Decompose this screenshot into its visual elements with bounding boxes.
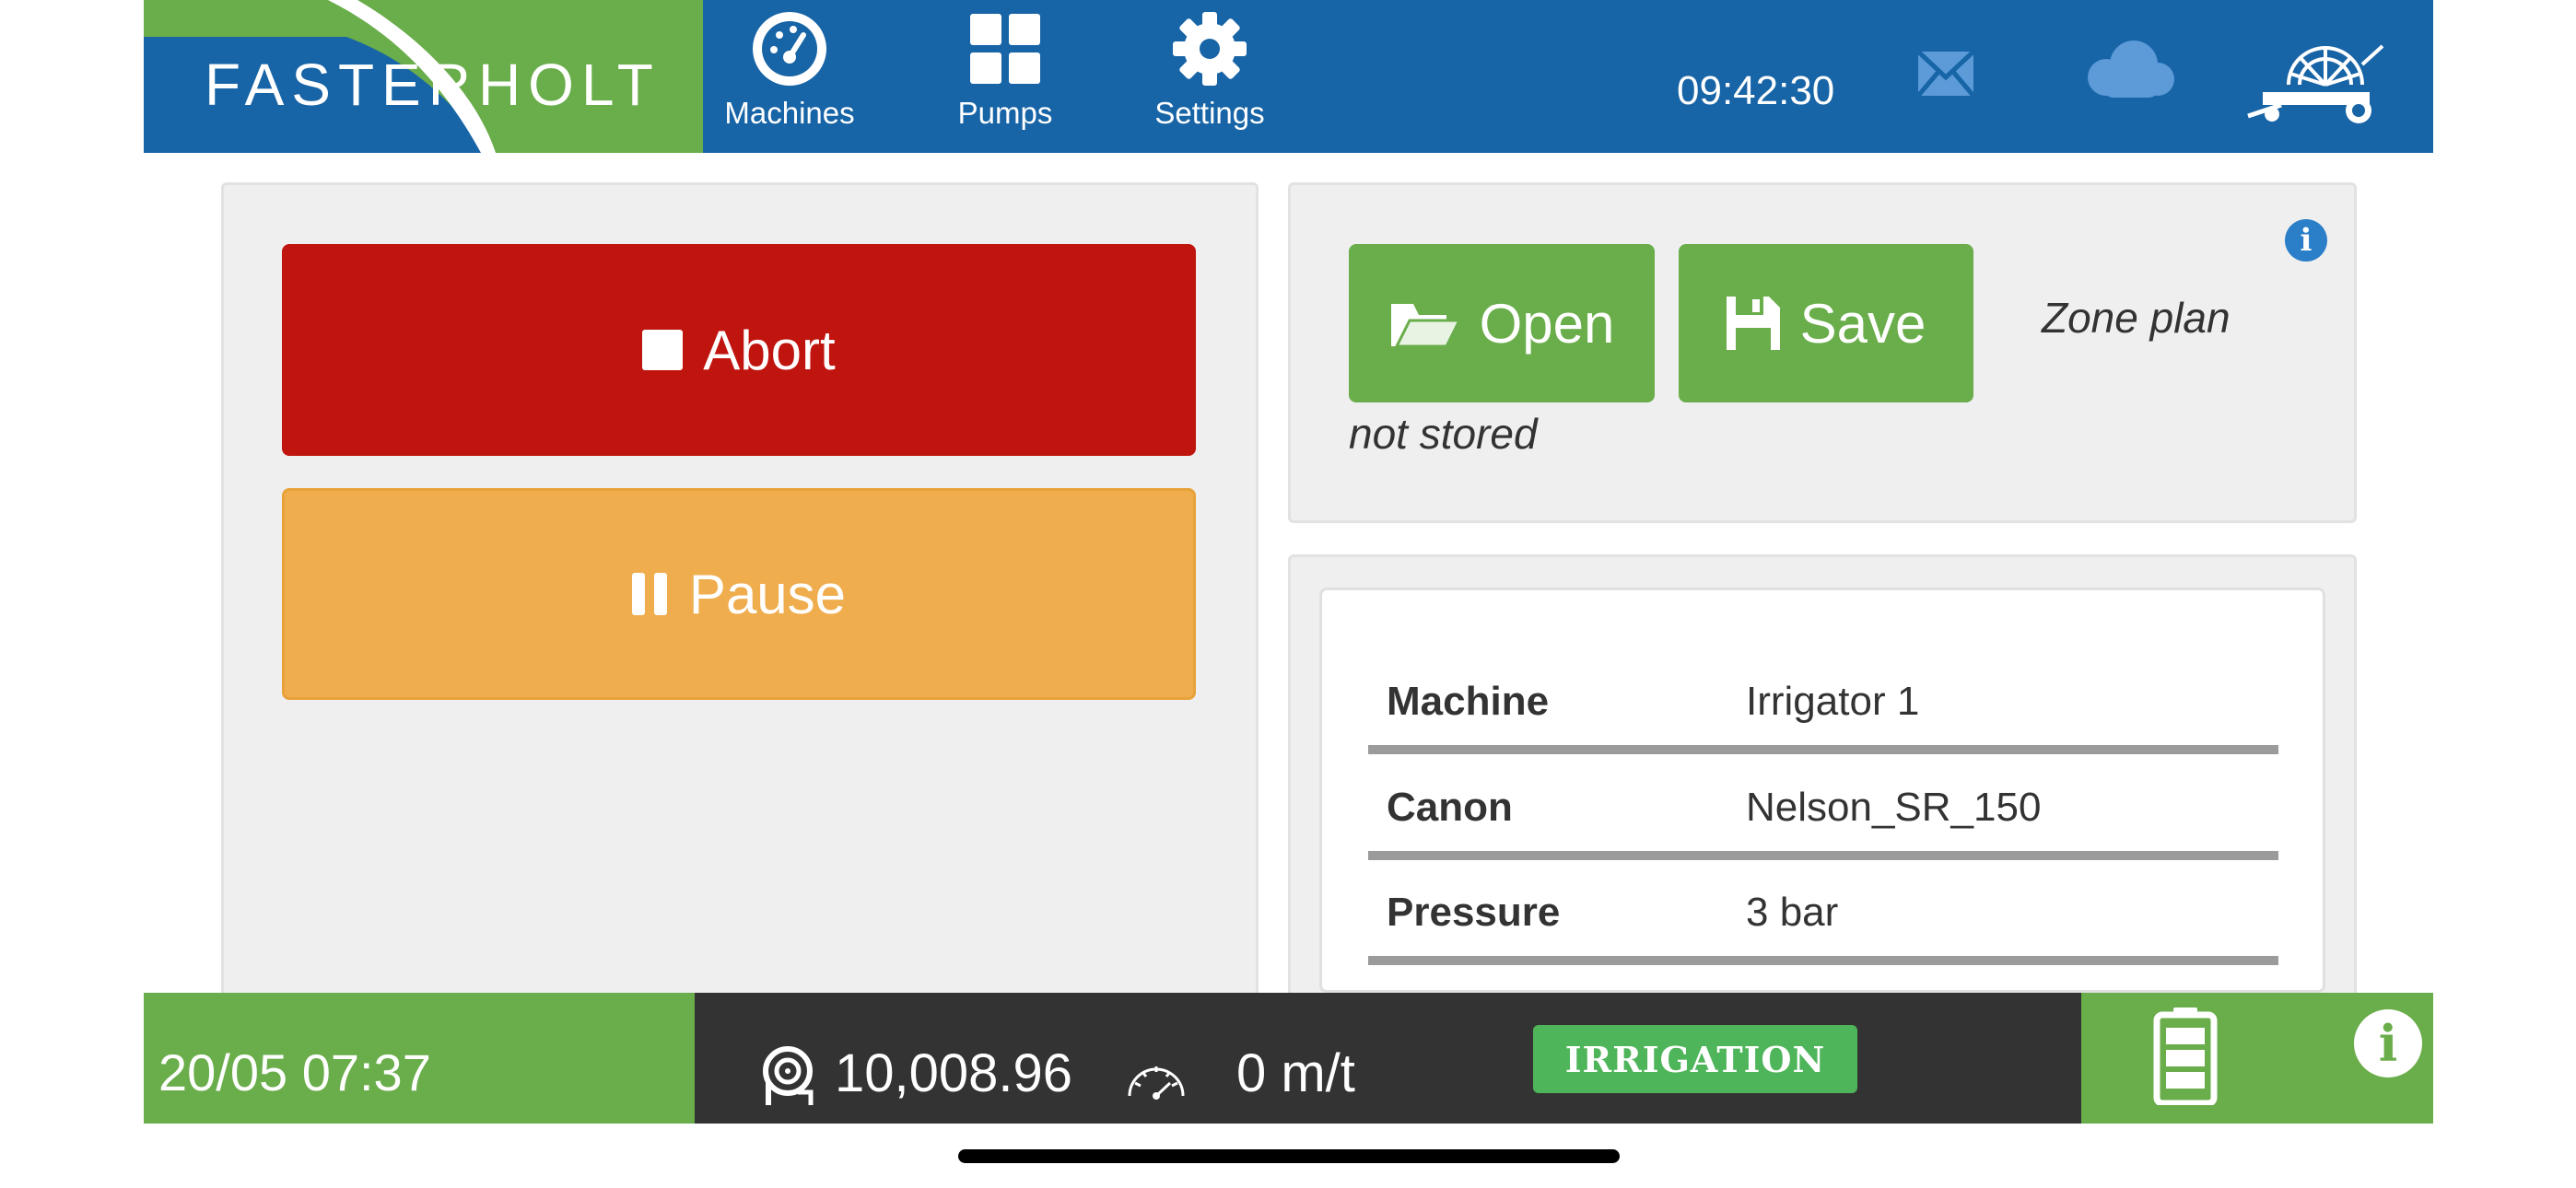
folder-open-icon bbox=[1389, 297, 1459, 350]
abort-button[interactable]: Abort bbox=[282, 244, 1196, 456]
logo-text: FASTERHOLT bbox=[205, 52, 661, 118]
footer-battery-section: i bbox=[2081, 993, 2433, 1124]
zone-plan-label: Zone plan bbox=[2042, 294, 2231, 342]
table-row: Pressure 3 bar bbox=[1368, 853, 2278, 965]
nav-pumps[interactable]: Pumps bbox=[954, 0, 1056, 153]
table-row: Machine Irrigator 1 bbox=[1368, 642, 2278, 754]
grid-icon bbox=[968, 7, 1042, 90]
cloud-icon[interactable] bbox=[2080, 33, 2178, 108]
speedometer-icon bbox=[750, 7, 829, 90]
nav-machines[interactable]: Machines bbox=[724, 0, 855, 153]
plan-status: not stored bbox=[1349, 410, 1538, 458]
top-bar: FASTERHOLT Machines Pumps Settings 09:42… bbox=[144, 0, 2433, 153]
nav-settings-label: Settings bbox=[1154, 96, 1265, 130]
row-key: Machine bbox=[1387, 679, 1550, 724]
irrigator-machine-icon[interactable] bbox=[2244, 28, 2392, 134]
open-button[interactable]: Open bbox=[1349, 244, 1655, 402]
clock: 09:42:30 bbox=[1677, 68, 1835, 113]
stop-icon bbox=[642, 330, 684, 370]
row-key: Canon bbox=[1387, 785, 1513, 830]
brand-logo: FASTERHOLT bbox=[144, 0, 703, 153]
row-value: 3 bar bbox=[1746, 890, 1839, 935]
table-row: Dismot 23 bbox=[1368, 957, 2278, 990]
info-icon[interactable]: i bbox=[2285, 219, 2327, 262]
pause-icon bbox=[631, 573, 669, 615]
mail-icon[interactable] bbox=[1916, 48, 1975, 104]
table-row: Canon Nelson_SR_150 bbox=[1368, 748, 2278, 860]
info-icon[interactable]: i bbox=[2354, 1009, 2422, 1077]
pause-button[interactable]: Pause bbox=[282, 488, 1196, 700]
open-label: Open bbox=[1479, 292, 1615, 355]
abort-label: Abort bbox=[703, 319, 836, 381]
save-label: Save bbox=[1799, 292, 1926, 355]
nav-pumps-label: Pumps bbox=[957, 96, 1053, 130]
gear-icon bbox=[1171, 7, 1248, 90]
home-indicator[interactable] bbox=[958, 1149, 1620, 1163]
battery-icon[interactable] bbox=[2153, 1007, 2218, 1110]
nav-machines-label: Machines bbox=[724, 96, 855, 130]
mode-badge: IRRIGATION bbox=[1533, 1025, 1857, 1093]
footer-datetime-section: 20/05 07:37 bbox=[144, 993, 695, 1124]
machine-details-table: Machine Irrigator 1 Canon Nelson_SR_150 … bbox=[1319, 588, 2325, 993]
row-value: Irrigator 1 bbox=[1746, 679, 1920, 724]
hose-reel-icon bbox=[761, 1044, 814, 1112]
row-value: Nelson_SR_150 bbox=[1746, 785, 2042, 830]
save-button[interactable]: Save bbox=[1679, 244, 1973, 402]
row-key: Pressure bbox=[1387, 890, 1561, 935]
speed-value: 0 m/t bbox=[1236, 1043, 1355, 1103]
floppy-disk-icon bbox=[1726, 297, 1780, 350]
footer-datetime: 20/05 07:37 bbox=[158, 1043, 431, 1101]
footer-status-section: 10,008.96 0 m/t IRRIGATION bbox=[695, 993, 2081, 1124]
nav-settings[interactable]: Settings bbox=[1150, 0, 1270, 153]
hose-length-value: 10,008.96 bbox=[835, 1043, 1073, 1103]
pause-label: Pause bbox=[688, 563, 847, 625]
speed-gauge-icon bbox=[1126, 1059, 1187, 1104]
